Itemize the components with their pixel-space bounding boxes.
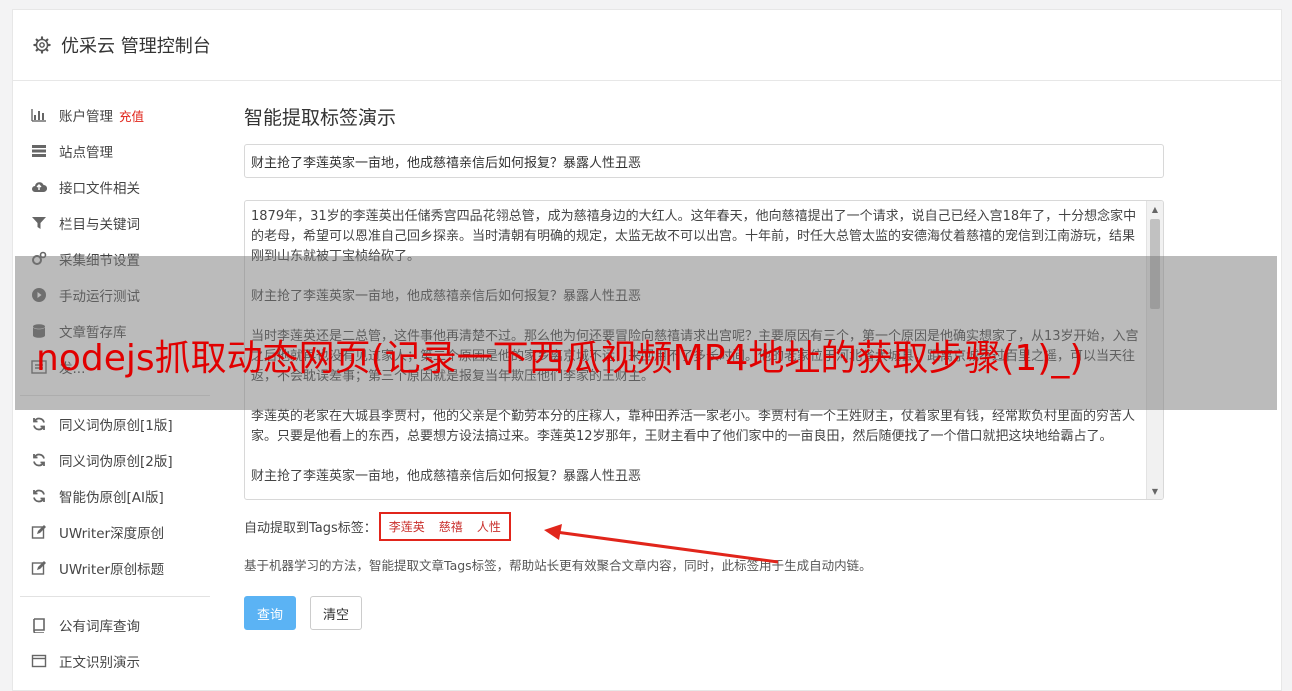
- sidebar-item-label: 同义词伪原创[2版]: [59, 454, 173, 470]
- tags-box: 李莲英 慈禧 人性: [378, 512, 511, 541]
- annotation-arrow: [544, 524, 779, 564]
- edit-icon: [30, 523, 48, 541]
- sidebar-item-sites[interactable]: 站点管理: [20, 133, 210, 169]
- query-button[interactable]: 查询: [244, 596, 297, 630]
- sidebar-item-label: 站点管理: [59, 145, 113, 161]
- book-icon: [30, 616, 48, 634]
- sidebar-item-label: 栏目与关键词: [59, 217, 140, 233]
- filter-icon: [30, 214, 48, 232]
- recharge-link[interactable]: 充值: [119, 106, 144, 125]
- sidebar-item-public-dictionary[interactable]: 公有词库查询: [20, 607, 210, 643]
- content-paragraph: 李莲英的老家在大城县李贾村，他的父亲是个勤劳本分的庄稼人，靠种田养活一家老小。李…: [251, 409, 1136, 444]
- content-paragraph: 财主抢了李莲英家一亩地，他成慈禧亲信后如何报复？暴露人性丑恶: [251, 469, 642, 484]
- button-row: 查询 清空: [244, 596, 1164, 630]
- sidebar-item-uwriter-title[interactable]: UWriter原创标题: [20, 550, 210, 586]
- sidebar-item-label: UWriter深度原创: [59, 526, 165, 542]
- watermark-banner: [15, 256, 1277, 410]
- refresh-icon: [30, 415, 48, 433]
- sidebar-item-label: 账户管理: [59, 109, 113, 125]
- sidebar-item-label: 公有词库查询: [59, 619, 140, 635]
- sidebar-item-columns-keywords[interactable]: 栏目与关键词: [20, 205, 210, 241]
- sidebar-item-label: UWriter原创标题: [59, 562, 165, 578]
- bar-chart-icon: [30, 106, 48, 124]
- tag-item: 李莲英: [388, 520, 425, 534]
- sidebar-item-account[interactable]: 账户管理 充值: [20, 97, 210, 133]
- sidebar-item-synonym-v1[interactable]: 同义词伪原创[1版]: [20, 406, 210, 442]
- sidebar-item-label: 智能伪原创[AI版]: [59, 490, 164, 506]
- sidebar-item-label: 正文识别演示: [59, 655, 140, 671]
- sidebar-item-uwriter-deep[interactable]: UWriter深度原创: [20, 514, 210, 550]
- cloud-upload-icon: [30, 178, 48, 196]
- gear-icon: [33, 36, 51, 54]
- clear-button[interactable]: 清空: [310, 596, 363, 630]
- article-title-input[interactable]: 财主抢了李莲英家一亩地，他成慈禧亲信后如何报复？暴露人性丑恶: [244, 144, 1164, 178]
- tags-label: 自动提取到Tags标签：: [244, 521, 377, 536]
- sidebar-item-label: 同义词伪原创[1版]: [59, 418, 173, 434]
- tag-item: 慈禧: [438, 520, 463, 534]
- sidebar-item-ai-rewrite[interactable]: 智能伪原创[AI版]: [20, 478, 210, 514]
- server-icon: [30, 142, 48, 160]
- sidebar-item-body-recognition[interactable]: 正文识别演示: [20, 643, 210, 679]
- sidebar-item-synonym-v2[interactable]: 同义词伪原创[2版]: [20, 442, 210, 478]
- refresh-icon: [30, 487, 48, 505]
- tag-item: 人性: [476, 520, 501, 534]
- scroll-up-icon[interactable]: ▲: [1147, 201, 1163, 217]
- page-title: 优采云 管理控制台: [61, 36, 211, 57]
- scroll-down-icon[interactable]: ▼: [1147, 483, 1163, 499]
- edit-icon: [30, 559, 48, 577]
- sidebar-item-label: 接口文件相关: [59, 181, 140, 197]
- window-icon: [30, 652, 48, 670]
- panel-header: 优采云 管理控制台: [13, 10, 1281, 81]
- sidebar-divider: [20, 596, 210, 597]
- refresh-icon: [30, 451, 48, 469]
- section-heading: 智能提取标签演示: [244, 107, 397, 129]
- banner-title: nodejs抓取动态网页(记录一下西瓜视频MP4地址的获取步骤(1)_): [36, 338, 1084, 379]
- sidebar-item-interface-files[interactable]: 接口文件相关: [20, 169, 210, 205]
